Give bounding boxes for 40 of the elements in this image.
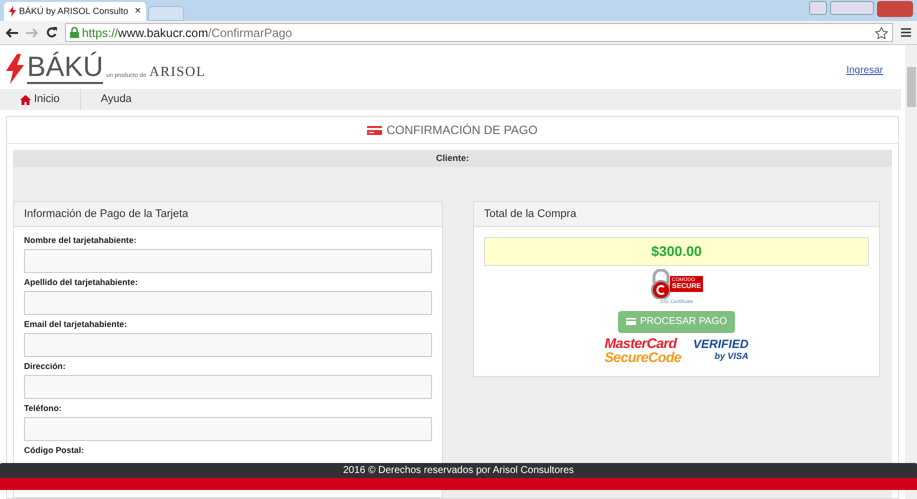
bolt-icon	[9, 6, 16, 17]
back-icon[interactable]	[6, 28, 18, 38]
input-field[interactable]	[24, 417, 432, 441]
footer-text: 2016 © Derechos reservados por Arisol Consultores	[343, 464, 574, 478]
forward-icon[interactable]	[26, 28, 38, 38]
browser-tab[interactable]: BÁKÚ by ARISOL Consulto ×	[4, 2, 146, 21]
close-tab-button[interactable]: ×	[134, 6, 141, 17]
field-label: Apellido del tarjetahabiente:	[24, 276, 139, 288]
bolt-icon	[6, 54, 24, 84]
address-bar[interactable]: https://www.bakucr.com/ConfirmarPago	[65, 23, 893, 42]
panel-title: Total de la Compra	[484, 206, 576, 222]
menu-icon[interactable]	[901, 28, 911, 37]
login-link[interactable]: Ingresar	[846, 63, 883, 78]
lock-icon	[70, 27, 79, 38]
total-amount: $300.00	[651, 242, 702, 261]
field-label: Email del tarjetahabiente:	[24, 318, 128, 330]
verified-by-visa-logo: VERIFIED by VISA	[693, 338, 749, 362]
scrollbar[interactable]	[905, 45, 917, 499]
input-field[interactable]	[24, 291, 432, 315]
new-tab-button[interactable]	[148, 6, 184, 21]
reload-icon[interactable]	[46, 27, 57, 38]
page-title: CONFIRMACIÓN DE PAGO	[386, 122, 538, 139]
mastercard-securecode-logo: MasterCard SecureCode	[604, 336, 682, 364]
input-field[interactable]	[24, 333, 432, 357]
field-label: Nombre del tarjetahabiente:	[24, 234, 138, 246]
input-field[interactable]	[24, 249, 432, 273]
minimize-maximize-buttons[interactable]	[830, 1, 874, 15]
client-label: Cliente:	[436, 152, 469, 165]
home-icon	[20, 94, 31, 104]
user-button[interactable]	[809, 1, 827, 15]
field-label: Teléfono:	[24, 402, 63, 414]
nav-link[interactable]: Ayuda	[80, 89, 132, 110]
input-field[interactable]	[24, 375, 432, 399]
field-label: Código Postal:	[24, 444, 85, 456]
field-label: Dirección:	[24, 360, 67, 372]
panel-title: Información de Pago de la Tarjeta	[24, 206, 188, 222]
url-text: https://www.bakucr.com/ConfirmarPago	[82, 24, 292, 42]
star-icon[interactable]	[875, 26, 888, 38]
close-window-button[interactable]	[877, 1, 913, 17]
nav-link[interactable]: Inicio	[0, 89, 81, 110]
